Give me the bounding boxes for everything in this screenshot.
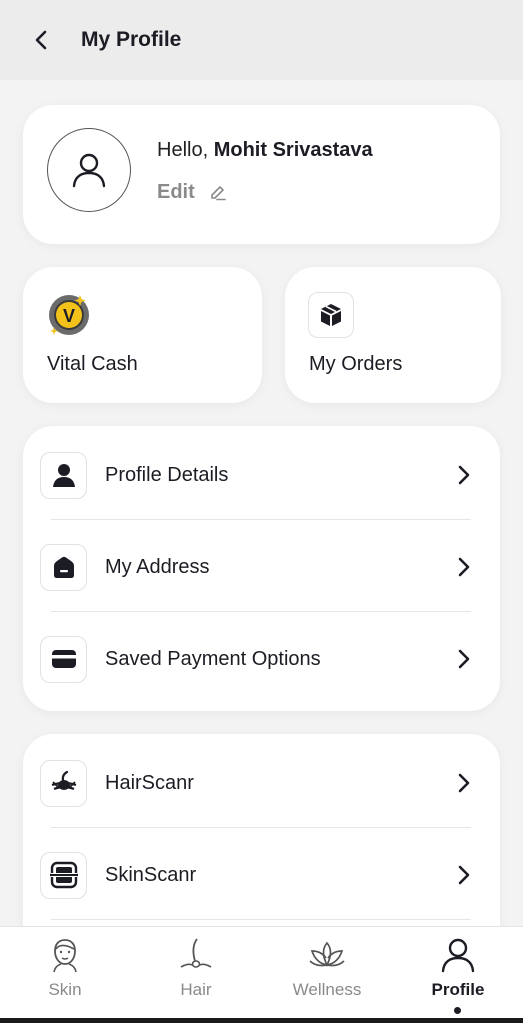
account-settings-card: Profile Details My Address Saved Payment…	[23, 426, 500, 711]
avatar[interactable]	[47, 128, 131, 212]
nav-label: Hair	[180, 980, 212, 999]
nav-label: Profile	[431, 980, 485, 999]
user-icon	[438, 935, 478, 975]
list-item-label: Profile Details	[105, 463, 229, 486]
user-icon	[72, 153, 106, 188]
card-icon	[40, 635, 87, 683]
skin-scan-icon	[40, 851, 87, 899]
system-bottom-bar	[0, 1018, 523, 1023]
nav-label: Skin	[48, 980, 82, 999]
edit-label: Edit	[157, 181, 195, 203]
list-item-label: Saved Payment Options	[105, 647, 321, 670]
chevron-right-icon	[451, 646, 477, 672]
profile-card: Hello, Mohit Srivastava Edit	[23, 105, 500, 244]
list-item-saved-payment-options[interactable]: Saved Payment Options	[23, 613, 500, 705]
face-icon	[45, 935, 85, 975]
list-item-label: SkinScanr	[105, 863, 197, 886]
divider	[51, 827, 471, 828]
app-header: My Profile	[0, 0, 523, 80]
bottom-navigation: Skin Hair Wellness Profile	[0, 926, 523, 1018]
edit-profile-button[interactable]: Edit	[157, 181, 227, 204]
vital-cash-label: Vital Cash	[47, 353, 138, 375]
hair-scan-icon	[40, 759, 87, 807]
user-icon	[40, 451, 87, 499]
list-item-label: My Address	[105, 555, 210, 578]
page-title: My Profile	[81, 28, 182, 51]
user-name: Mohit Srivastava	[213, 139, 373, 161]
chevron-left-icon	[35, 30, 47, 50]
box-icon	[308, 292, 354, 338]
list-item-profile-details[interactable]: Profile Details	[23, 429, 500, 521]
vital-cash-coin-icon: V	[46, 292, 92, 338]
nav-item-hair[interactable]: Hair	[136, 927, 256, 1019]
chevron-right-icon	[451, 554, 477, 580]
greeting-text: Hello, Mohit Srivastava	[157, 139, 373, 162]
back-button[interactable]	[26, 24, 58, 56]
greeting-label: Hello,	[157, 139, 209, 161]
chevron-right-icon	[451, 862, 477, 888]
divider	[51, 919, 471, 920]
active-indicator-dot	[454, 1007, 461, 1014]
chevron-right-icon	[451, 462, 477, 488]
chevron-right-icon	[451, 770, 477, 796]
divider	[51, 611, 471, 612]
my-orders-tile[interactable]: My Orders	[285, 267, 501, 403]
list-item-skinscanr[interactable]: SkinScanr	[23, 829, 500, 921]
lotus-icon	[307, 935, 347, 975]
pencil-icon	[210, 185, 226, 200]
my-orders-label: My Orders	[309, 353, 403, 375]
vital-cash-tile[interactable]: V Vital Cash	[23, 267, 262, 403]
list-item-label: HairScanr	[105, 771, 194, 794]
list-item-my-address[interactable]: My Address	[23, 521, 500, 613]
nav-item-wellness[interactable]: Wellness	[267, 927, 387, 1019]
svg-text:V: V	[63, 306, 75, 326]
nav-item-skin[interactable]: Skin	[5, 927, 125, 1019]
nav-item-profile[interactable]: Profile	[398, 927, 518, 1019]
home-icon	[40, 543, 87, 591]
nav-label: Wellness	[292, 980, 362, 999]
list-item-hairscanr[interactable]: HairScanr	[23, 737, 500, 829]
divider	[51, 519, 471, 520]
hair-icon	[176, 935, 216, 975]
